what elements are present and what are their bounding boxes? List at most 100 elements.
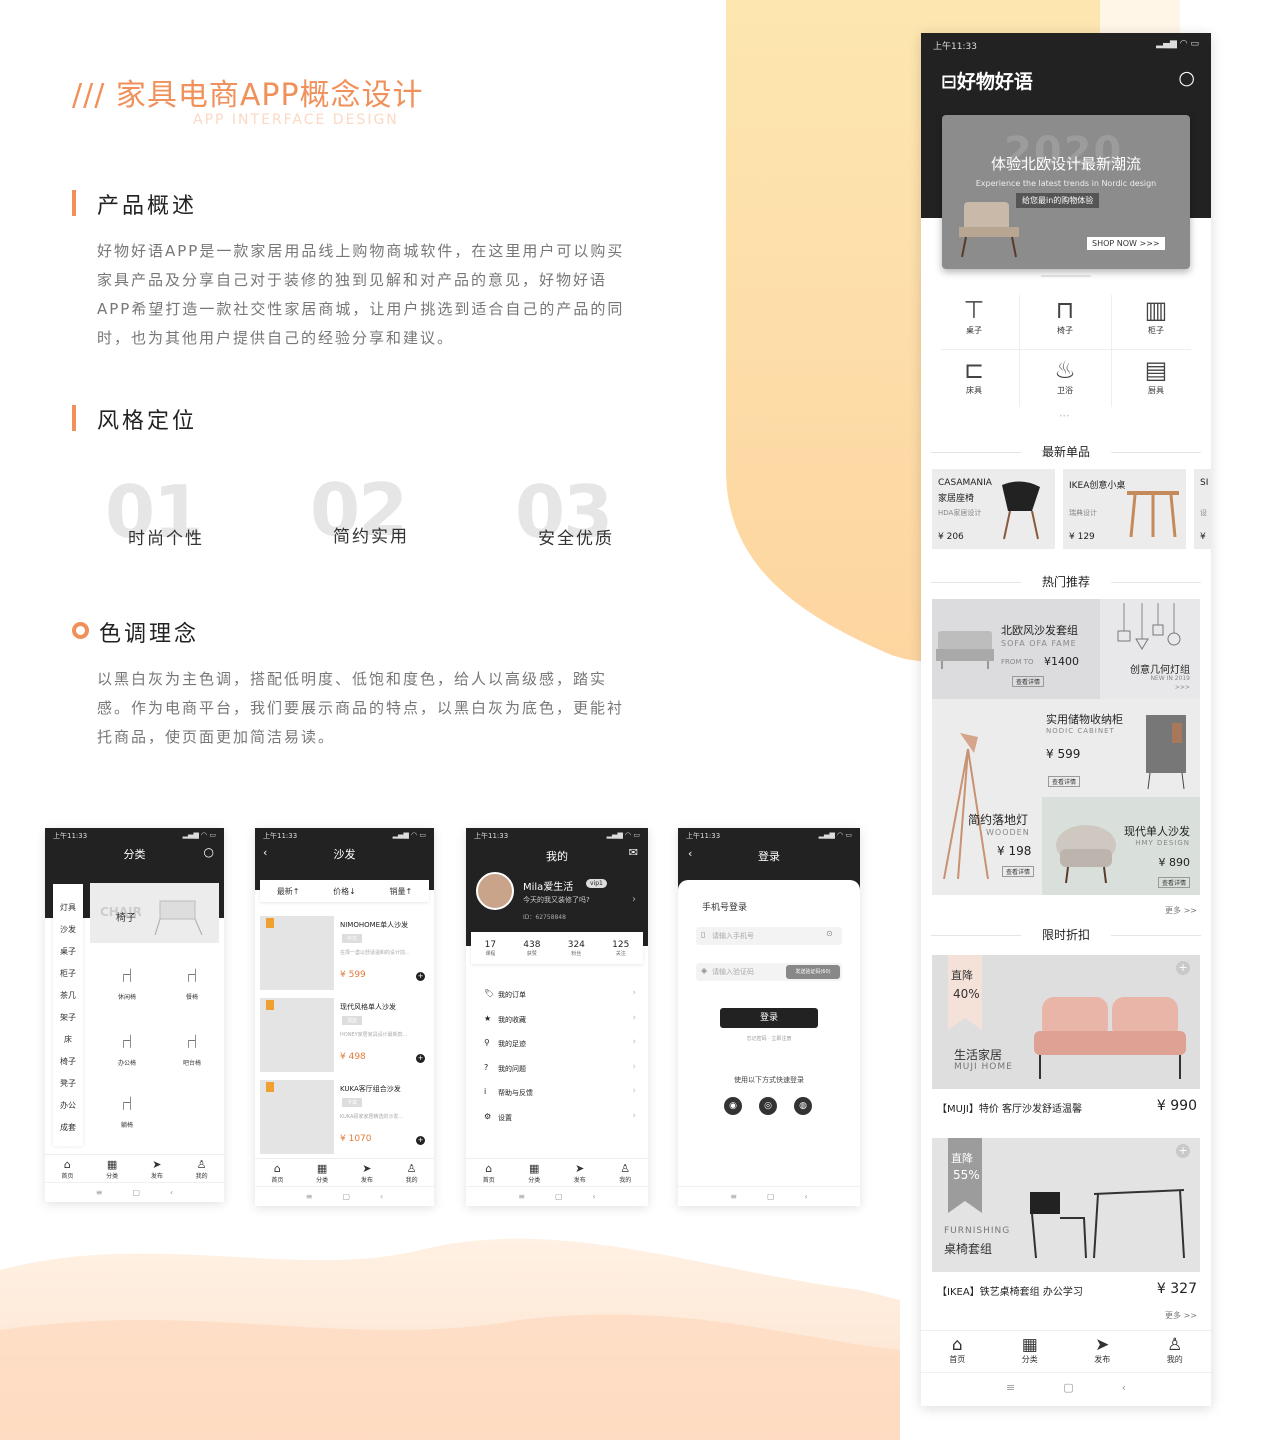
- category-side-item[interactable]: 凳子: [53, 1078, 83, 1089]
- home-square-icon[interactable]: ▢: [342, 1192, 350, 1201]
- add-icon[interactable]: +: [1176, 1144, 1190, 1158]
- hot-lamp-card[interactable]: 创意几何灯组 NEW IN 2019 >>>: [1100, 599, 1200, 699]
- menu-item[interactable]: ★ 我的收藏 ›: [484, 1013, 636, 1029]
- login-button[interactable]: 登录: [720, 1008, 818, 1028]
- armchair-panel[interactable]: 现代单人沙发 HMY DESIGN ¥ 890 查看详情: [1042, 797, 1200, 895]
- menu-icon[interactable]: ≡: [96, 1188, 103, 1197]
- tab-mine[interactable]: ♙ 我的: [196, 1159, 208, 1181]
- tab-home[interactable]: ⌂ 首页: [483, 1163, 495, 1185]
- menu-icon[interactable]: ≡: [730, 1192, 737, 1201]
- category-item[interactable]: ⊤ 桌子: [929, 295, 1019, 336]
- shop-now-button[interactable]: SHOP NOW >>>: [1087, 237, 1165, 250]
- tab-category[interactable]: ▦ 分类: [528, 1163, 540, 1185]
- menu-icon[interactable]: ≡: [518, 1192, 525, 1201]
- category-item[interactable]: ▥ 柜子: [1111, 295, 1201, 336]
- category-item[interactable]: ⑁ 吧台椅: [170, 1024, 214, 1067]
- category-item[interactable]: ⑁ 办公椅: [105, 1024, 149, 1067]
- tab-home[interactable]: ⌂ 首页: [61, 1159, 73, 1181]
- category-item[interactable]: ♨ 卫浴: [1020, 355, 1110, 396]
- tab-mine[interactable]: ♙ 我的: [406, 1163, 418, 1185]
- category-side-item[interactable]: 茶几: [53, 990, 83, 1001]
- back-icon[interactable]: ‹: [170, 1188, 173, 1197]
- detail-button[interactable]: 查看详情: [1157, 877, 1190, 888]
- new-product-card[interactable]: SI 设 ¥: [1194, 469, 1211, 549]
- menu-icon[interactable]: ≡: [1006, 1381, 1015, 1394]
- stat-item[interactable]: 324 粉丝: [568, 940, 585, 957]
- sort-newest[interactable]: 最新↑: [277, 886, 300, 897]
- detail-button[interactable]: 查看详情: [1048, 776, 1081, 787]
- menu-item[interactable]: ? 我的问题 ›: [484, 1062, 636, 1078]
- login-links[interactable]: 忘记密码 · 立即注册: [678, 1035, 860, 1042]
- product-item[interactable]: 现代风格单人沙发 浅蓝 HONEY家居家具设计最新款... ¥ 498 +: [260, 998, 429, 1072]
- tab-mine[interactable]: ♙ 我的: [1167, 1336, 1183, 1365]
- qq-icon[interactable]: ◉: [724, 1097, 742, 1115]
- add-cart-icon[interactable]: +: [416, 972, 425, 981]
- tab-home[interactable]: ⌂ 首页: [271, 1163, 283, 1185]
- home-square-icon[interactable]: ▢: [132, 1188, 140, 1197]
- tab-publish[interactable]: ➤ 发布: [151, 1159, 163, 1181]
- category-side-item[interactable]: 桌子: [53, 946, 83, 957]
- home-square-icon[interactable]: ▢: [767, 1192, 775, 1201]
- back-icon[interactable]: ‹: [1122, 1381, 1126, 1394]
- category-side-item[interactable]: 灯具: [53, 902, 83, 913]
- category-side-item[interactable]: 柜子: [53, 968, 83, 979]
- detail-button[interactable]: 查看详情: [1002, 866, 1035, 877]
- menu-item[interactable]: ⚙ 设置 ›: [484, 1111, 636, 1127]
- sale-card-2[interactable]: 直降 55% + FURNISHING 桌椅套组: [932, 1138, 1200, 1272]
- home-square-icon[interactable]: ▢: [555, 1192, 563, 1201]
- category-side-item[interactable]: 沙发: [53, 924, 83, 935]
- category-item[interactable]: ⑁ 休闲椅: [105, 958, 149, 1001]
- menu-item[interactable]: i 帮助与反馈 ›: [484, 1086, 636, 1102]
- back-icon[interactable]: ‹: [380, 1192, 383, 1201]
- menu-item[interactable]: 🏷 我的订单 ›: [484, 988, 636, 1004]
- category-item[interactable]: ⊏ 床具: [929, 355, 1019, 396]
- add-cart-icon[interactable]: +: [416, 1054, 425, 1063]
- send-code-button[interactable]: 发送验证码(60): [786, 965, 840, 979]
- tab-publish[interactable]: ➤ 发布: [1094, 1336, 1110, 1365]
- clear-icon[interactable]: ⊙: [826, 929, 833, 938]
- category-item[interactable]: ▤ 厨具: [1111, 355, 1201, 396]
- more-link[interactable]: 更多 >>: [1165, 1310, 1197, 1321]
- back-icon[interactable]: ‹: [593, 1192, 596, 1201]
- stat-item[interactable]: 17 课程: [485, 940, 496, 957]
- phone-input[interactable]: 请输入手机号: [696, 927, 842, 945]
- home-square-icon[interactable]: ▢: [1063, 1381, 1073, 1394]
- category-side-item[interactable]: 床: [53, 1034, 83, 1045]
- sort-sales[interactable]: 销量↑: [389, 886, 412, 897]
- tab-publish[interactable]: ➤ 发布: [361, 1163, 373, 1185]
- new-product-card[interactable]: CASAMANIA 家居座椅 HDA家居设计 ¥ 206: [932, 469, 1055, 549]
- tab-category[interactable]: ▦ 分类: [1022, 1336, 1038, 1365]
- search-icon[interactable]: ○: [1178, 67, 1195, 89]
- tab-category[interactable]: ▦ 分类: [316, 1163, 328, 1185]
- sort-price[interactable]: 价格↓: [333, 886, 356, 897]
- tab-home[interactable]: ⌂ 首页: [949, 1336, 965, 1365]
- search-icon[interactable]: ○: [204, 845, 214, 859]
- hero-banner[interactable]: 2020 体验北欧设计最新潮流 Experience the latest tr…: [942, 115, 1190, 269]
- category-item[interactable]: ⊓ 椅子: [1020, 295, 1110, 336]
- category-item[interactable]: ⑁ 餐椅: [170, 958, 214, 1001]
- tab-mine[interactable]: ♙ 我的: [619, 1163, 631, 1185]
- category-side-item[interactable]: 成套: [53, 1122, 83, 1133]
- category-side-item[interactable]: 架子: [53, 1012, 83, 1023]
- stat-item[interactable]: 438 获赞: [523, 940, 540, 957]
- back-icon[interactable]: ‹: [805, 1192, 808, 1201]
- category-side-item[interactable]: 椅子: [53, 1056, 83, 1067]
- chevron-right-icon[interactable]: ›: [632, 894, 636, 905]
- tab-category[interactable]: ▦ 分类: [106, 1159, 118, 1181]
- category-item[interactable]: ⑁ 躺椅: [105, 1086, 149, 1129]
- new-product-card[interactable]: IKEA创意小桌 瑞典设计 ¥ 129: [1063, 469, 1186, 549]
- hot-lamp2-more[interactable]: >>>: [1175, 684, 1190, 691]
- avatar[interactable]: [476, 872, 514, 910]
- menu-icon[interactable]: ≡: [306, 1192, 313, 1201]
- cabinet-panel[interactable]: 实用储物收纳柜 NODIC CABINET ¥ 599 查看详情: [1042, 699, 1200, 797]
- category-side-item[interactable]: 办公: [53, 1100, 83, 1111]
- add-cart-icon[interactable]: +: [416, 1136, 425, 1145]
- product-item[interactable]: NIMOHOME单人沙发 中式 在择一盏以舒适温和的设计前... ¥ 599 +: [260, 916, 429, 990]
- more-link[interactable]: 更多 >>: [1165, 905, 1197, 916]
- tab-publish[interactable]: ➤ 发布: [574, 1163, 586, 1185]
- menu-item[interactable]: ⚲ 我的足迹 ›: [484, 1037, 636, 1053]
- wechat-icon[interactable]: ◎: [759, 1097, 777, 1115]
- weibo-icon[interactable]: ◍: [794, 1097, 812, 1115]
- category-banner[interactable]: CHAIR 椅子: [90, 883, 219, 943]
- mail-icon[interactable]: ✉: [629, 846, 638, 859]
